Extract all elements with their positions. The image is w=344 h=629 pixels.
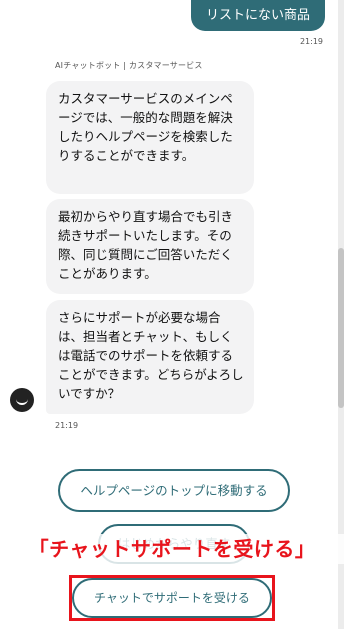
bot-name-label: AIチャットボット | カスタマーサービス [55,61,203,70]
bot-message-bubble: カスタマーサービスのメインページでは、一般的な問題を解決したりヘルプページを検索… [46,81,254,194]
scrollbar-thumb[interactable] [338,248,344,408]
bot-message-bubble: さらにサポートが必要な場合は、担当者とチャット、もしくは電話でのサポートを依頼す… [46,300,254,414]
smile-logo-icon [16,399,28,405]
user-message-time: 21:19 [299,37,323,46]
annotation-highlight-box [69,575,275,621]
bot-avatar-icon [10,388,34,412]
annotation-callout-text: 「チャットサポートを受ける」 [0,534,344,564]
bot-message-time: 21:19 [55,421,79,430]
help-page-top-button[interactable]: ヘルプページのトップに移動する [58,469,290,512]
user-message-bubble: リストにない商品 [191,0,325,31]
bot-message-bubble: 最初からやり直す場合でも引き続きサポートいたします。その際、同じ質問にご回答いた… [46,199,254,294]
